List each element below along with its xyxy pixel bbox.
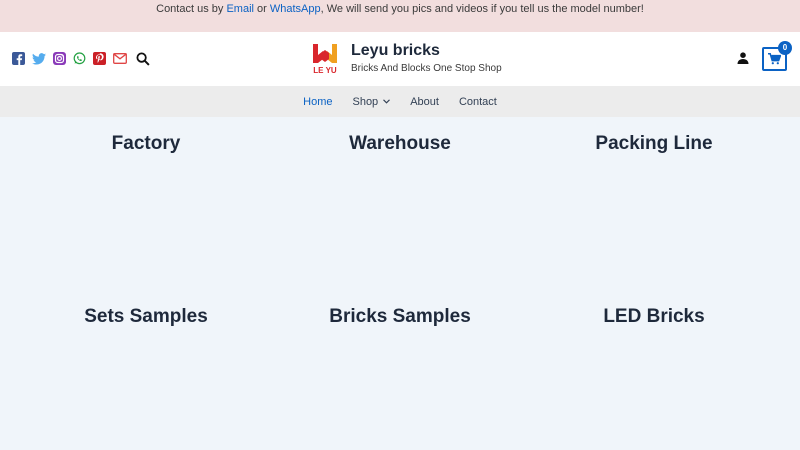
- twitter-icon[interactable]: [32, 52, 46, 65]
- email-icon[interactable]: [113, 53, 127, 64]
- instagram-icon[interactable]: [53, 52, 66, 65]
- nav-item-shop[interactable]: Shop: [342, 96, 400, 108]
- announcement-text-or: or: [253, 3, 270, 15]
- site-branding[interactable]: LE YU Leyu bricks Bricks And Blocks One …: [308, 41, 502, 76]
- announcement-text-after: , We will send you pics and videos if yo…: [320, 3, 644, 15]
- whatsapp-icon[interactable]: [73, 52, 86, 65]
- nav-item-about[interactable]: About: [400, 96, 449, 108]
- cart-count-badge: 0: [778, 41, 792, 55]
- site-title[interactable]: Leyu bricks: [351, 41, 502, 61]
- section-title-factory: Factory: [111, 133, 181, 154]
- search-icon[interactable]: [136, 52, 150, 66]
- nav-item-contact[interactable]: Contact: [449, 96, 507, 108]
- site-header: LE YU Leyu bricks Bricks And Blocks One …: [0, 32, 800, 86]
- section-title-sets-samples: Sets Samples: [84, 306, 208, 327]
- account-icon[interactable]: [737, 52, 749, 64]
- whatsapp-link[interactable]: WhatsApp: [270, 3, 321, 15]
- nav-label: Home: [303, 95, 333, 108]
- facebook-icon[interactable]: [12, 52, 25, 65]
- email-link[interactable]: Email: [226, 3, 254, 15]
- chevron-down-icon: [383, 99, 391, 104]
- pinterest-icon[interactable]: [93, 52, 106, 65]
- section-title-warehouse: Warehouse: [349, 133, 451, 154]
- nav-label: Shop: [352, 95, 379, 108]
- section-title-bricks-samples: Bricks Samples: [329, 306, 471, 327]
- logo-text: LE YU: [313, 66, 337, 75]
- cart-icon: [768, 53, 781, 65]
- section-title-led-bricks: LED Bricks: [603, 306, 705, 327]
- logo-mark-icon: LE YU: [313, 44, 337, 75]
- announcement-bar: Contact us by Email or WhatsApp, We will…: [0, 0, 800, 32]
- announcement-text-before: Contact us by: [156, 3, 227, 15]
- primary-navigation: Home Shop About Contact: [0, 86, 800, 117]
- site-tagline: Bricks And Blocks One Stop Shop: [351, 63, 502, 74]
- nav-label: Contact: [458, 95, 497, 108]
- site-logo[interactable]: LE YU: [308, 41, 342, 75]
- cart-button[interactable]: 0: [762, 41, 792, 71]
- section-title-packing-line: Packing Line: [595, 133, 713, 154]
- nav-label: About: [410, 95, 439, 108]
- nav-item-home[interactable]: Home: [293, 96, 342, 108]
- social-links: [12, 52, 127, 65]
